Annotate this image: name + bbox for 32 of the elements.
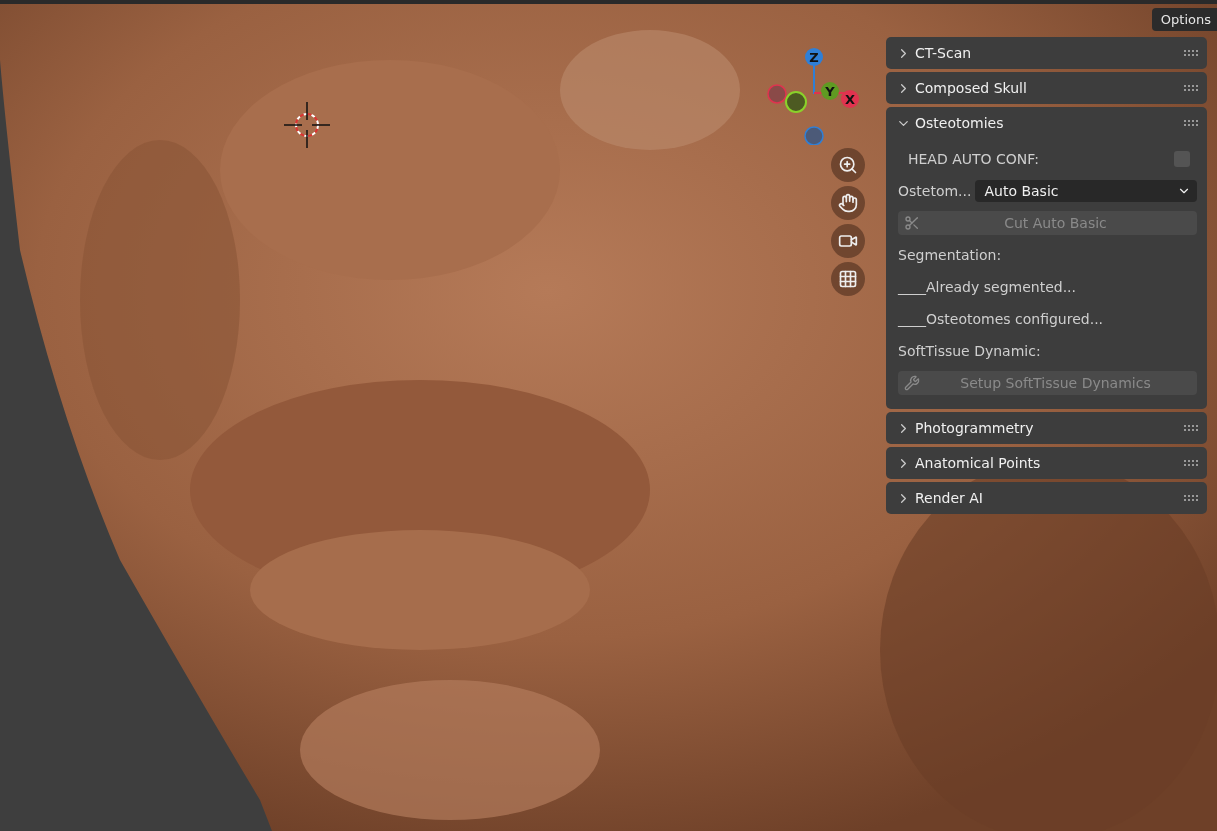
3d-cursor-icon xyxy=(284,102,330,148)
info-label: SoftTissue Dynamic: xyxy=(898,343,1042,359)
info-label: Segmentation: xyxy=(898,247,1003,263)
drag-handle-icon[interactable] xyxy=(1183,459,1199,467)
drag-handle-icon[interactable] xyxy=(1183,84,1199,92)
dropdown[interactable]: Auto Basic xyxy=(975,180,1197,202)
checkbox-label: HEAD AUTO CONF: xyxy=(907,151,1040,167)
axis-handle[interactable]: Z xyxy=(805,48,823,66)
scissors-icon xyxy=(904,215,920,231)
options-button[interactable]: Options xyxy=(1151,8,1217,31)
drag-handle-icon[interactable] xyxy=(1183,49,1199,57)
info-label: ____Osteotomes configured... xyxy=(898,311,1105,327)
axis-handle[interactable]: X xyxy=(841,90,859,108)
info-label: ____Already segmented... xyxy=(898,279,1077,295)
zoom-icon[interactable] xyxy=(831,148,865,182)
panel-header[interactable]: Photogrammetry xyxy=(886,412,1207,444)
camera-icon[interactable] xyxy=(831,224,865,258)
drag-handle-icon[interactable] xyxy=(1183,119,1199,127)
hand-icon[interactable] xyxy=(831,186,865,220)
dropdown-label: Ostetom... xyxy=(898,183,972,199)
axis-handle[interactable]: Y xyxy=(821,82,839,100)
panel-header[interactable]: Anatomical Points xyxy=(886,447,1207,479)
panel-header[interactable]: Render AI xyxy=(886,482,1207,514)
drag-handle-icon[interactable] xyxy=(1183,494,1199,502)
drag-handle-icon[interactable] xyxy=(1183,424,1199,432)
panel-header[interactable]: CT-Scan xyxy=(886,37,1207,69)
axis-handle[interactable] xyxy=(767,84,787,104)
axis-handle[interactable] xyxy=(804,126,824,145)
wrench-icon xyxy=(904,375,920,391)
panel-header[interactable]: Composed Skull xyxy=(886,72,1207,104)
grid-icon[interactable] xyxy=(831,262,865,296)
panel-header[interactable]: Osteotomies xyxy=(886,107,1207,139)
